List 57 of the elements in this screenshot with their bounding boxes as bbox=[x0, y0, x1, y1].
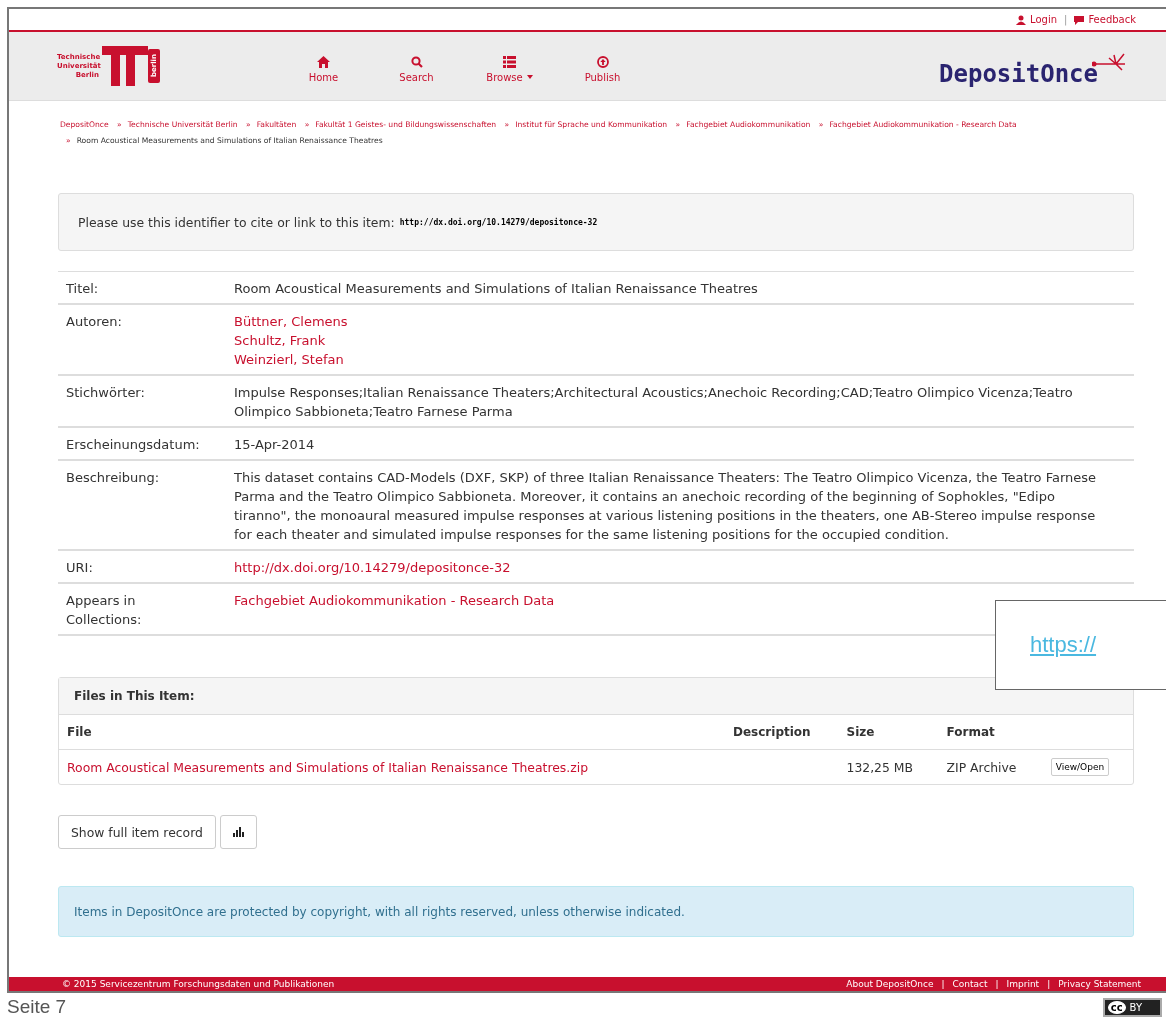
field-link[interactable]: Schultz, Frank bbox=[234, 331, 326, 350]
nav-item[interactable]: Search bbox=[370, 49, 463, 83]
field-label: Appears in Collections: bbox=[65, 592, 143, 629]
list-icon bbox=[503, 55, 516, 68]
footer-link[interactable]: Imprint bbox=[1006, 979, 1040, 989]
user-icon bbox=[1016, 14, 1026, 25]
statistics-button[interactable] bbox=[219, 815, 257, 849]
field-value: This dataset contains CAD-Models (DXF, SKP) of three Italian Renaissance Theaters: The Teatro Olimpico Vicenza, the Teatro Farnese Parma and the Teatro Olimpico Sabbioneta. Moreover, it contains an anechoic recording of the beginning of Sophokles, "Edipo tiranno", the monoaural measured impulse responses at various listening positions in the theaters, one AB-Stereo impulse response for each theater and simulated impulse responses for the same listening positions for the occupied condition. bbox=[234, 469, 1097, 544]
separator-text: | bbox=[941, 979, 945, 989]
cite-label: Please use this identifier to cite or link to this item: bbox=[78, 214, 395, 230]
bar-chart-icon bbox=[232, 827, 244, 837]
file-link[interactable]: Room Acoustical Measurements and Simulations of Italian Renaissance Theatres.zip bbox=[67, 759, 589, 775]
comment-icon bbox=[1074, 14, 1085, 25]
field-link[interactable]: http://dx.doi.org/10.14279/depositonce-32 bbox=[234, 558, 511, 577]
page-number: Seite 7 bbox=[7, 996, 67, 1018]
column-header: Size bbox=[838, 715, 939, 750]
table-cell: ZIP Archive bbox=[938, 749, 1043, 784]
separator-text: | bbox=[1047, 979, 1051, 989]
field-link[interactable]: Fachgebiet Audiokommunikation - Research Data bbox=[234, 591, 555, 610]
top-link[interactable]: Login bbox=[1016, 14, 1057, 25]
field-label: Erscheinungsdatum: bbox=[65, 436, 201, 454]
field-value: Room Acoustical Measurements and Simulations of Italian Renaissance Theatres bbox=[234, 280, 758, 298]
field-link[interactable]: Büttner, Clemens bbox=[234, 312, 348, 331]
footer-link[interactable]: Privacy Statement bbox=[1058, 979, 1141, 989]
column-header: Format bbox=[938, 715, 1043, 750]
nav-item[interactable]: Browse bbox=[463, 49, 556, 83]
field-label: Stichwörter: bbox=[65, 384, 146, 402]
license-badge: cc BY bbox=[1102, 997, 1162, 1017]
nav-item[interactable]: Home bbox=[277, 49, 370, 83]
copyright-text: © 2015 Servicezentrum Forschungsdaten und Publikationen bbox=[62, 979, 335, 989]
column-header: Description bbox=[725, 715, 839, 750]
view-open-button[interactable]: View/Open bbox=[1050, 758, 1110, 776]
search-icon bbox=[410, 55, 423, 68]
separator-text: | bbox=[995, 979, 999, 989]
copyright-notice: Items in DepositOnce are protected by copyright, with all rights reserved, unless otherwise indicated. bbox=[58, 886, 1134, 937]
top-link[interactable]: Feedback bbox=[1074, 14, 1136, 25]
home-icon bbox=[317, 55, 330, 68]
panel-heading: Files in This Item: bbox=[59, 678, 1133, 715]
cite-url: http://dx.doi.org/10.14279/depositonce-32 bbox=[399, 217, 598, 227]
column-header: File bbox=[59, 715, 725, 750]
table-cell: 132,25 MB bbox=[838, 749, 939, 784]
field-value: Impulse Responses;Italian Renaissance Theaters;Architectural Acoustics;Anechoic Recording;CAD;Teatro Olimpico Vicenza;Teatro Olimpico Sabbioneta;Teatro Farnese Parma bbox=[234, 384, 1074, 421]
field-label: Beschreibung: bbox=[65, 469, 161, 487]
field-label: Titel: bbox=[65, 280, 100, 298]
field-label: Autoren: bbox=[65, 313, 123, 331]
caret-icon bbox=[526, 75, 533, 79]
separator-text: | bbox=[1064, 14, 1068, 25]
tu-logo-icon bbox=[102, 46, 148, 86]
footer-link[interactable]: Contact bbox=[952, 979, 988, 989]
footer-link[interactable]: About DepositOnce bbox=[846, 979, 934, 989]
field-label: URI: bbox=[65, 559, 94, 577]
nav-item[interactable]: Publish bbox=[556, 49, 649, 83]
field-link[interactable]: Weinzierl, Stefan bbox=[234, 350, 344, 369]
brand-logo[interactable]: DepositOnce bbox=[939, 60, 1098, 88]
upload-icon bbox=[596, 55, 609, 68]
full-record-button[interactable]: Show full item record bbox=[58, 815, 216, 849]
field-value: 15-Apr-2014 bbox=[234, 436, 315, 454]
